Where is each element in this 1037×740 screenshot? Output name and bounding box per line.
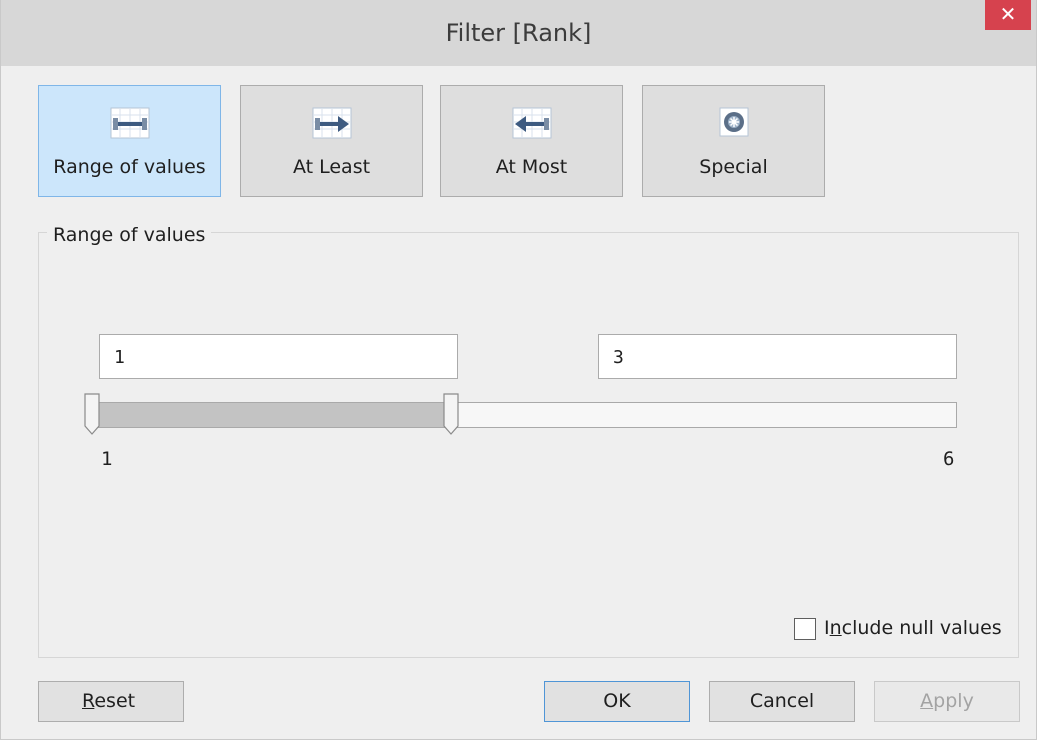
max-value-input[interactable]: 3 bbox=[598, 334, 957, 379]
ok-button[interactable]: OK bbox=[544, 681, 690, 722]
mode-special-button[interactable]: Special bbox=[642, 85, 825, 197]
at-least-icon bbox=[312, 107, 352, 139]
reset-button[interactable]: Reset bbox=[38, 681, 184, 722]
mode-label: At Least bbox=[292, 156, 371, 178]
include-null-label[interactable]: Include null values bbox=[824, 617, 1002, 639]
reset-accelerator: R bbox=[82, 690, 95, 712]
cancel-button[interactable]: Cancel bbox=[709, 681, 855, 722]
apply-button[interactable]: Apply bbox=[874, 681, 1020, 722]
title-bar: Filter [Rank] ✕ bbox=[1, 0, 1036, 66]
max-slider-thumb[interactable] bbox=[442, 393, 460, 435]
range-of-values-icon bbox=[110, 107, 150, 139]
mode-range-of-values-button[interactable]: Range of values bbox=[38, 85, 221, 197]
mode-at-most-button[interactable]: At Most bbox=[440, 85, 623, 197]
filter-dialog: Filter [Rank] ✕ Range of values At Least bbox=[0, 0, 1037, 740]
mode-label: At Most bbox=[495, 156, 568, 178]
mode-label: Special bbox=[699, 156, 768, 178]
min-value-input[interactable]: 1 bbox=[99, 334, 458, 379]
include-null-label-rest: clude null values bbox=[841, 617, 1002, 639]
range-group-title: Range of values bbox=[47, 224, 212, 246]
apply-label-rest: pply bbox=[933, 690, 974, 712]
special-icon bbox=[719, 107, 749, 137]
include-null-checkbox[interactable] bbox=[794, 618, 816, 640]
mode-label: Range of values bbox=[53, 156, 206, 178]
apply-accelerator: A bbox=[920, 690, 934, 712]
slider-max-label: 6 bbox=[943, 448, 955, 470]
min-slider-thumb[interactable] bbox=[83, 393, 101, 435]
include-null-label-accelerator: n bbox=[829, 617, 842, 639]
close-icon: ✕ bbox=[999, 2, 1017, 26]
mode-at-least-button[interactable]: At Least bbox=[240, 85, 423, 197]
range-slider-selection bbox=[99, 403, 451, 427]
slider-min-label: 1 bbox=[101, 448, 113, 470]
dialog-title: Filter [Rank] bbox=[445, 19, 592, 47]
reset-label-rest: eset bbox=[94, 690, 136, 712]
close-button[interactable]: ✕ bbox=[985, 0, 1031, 30]
at-most-icon bbox=[512, 107, 552, 139]
range-group-box bbox=[38, 232, 1019, 658]
